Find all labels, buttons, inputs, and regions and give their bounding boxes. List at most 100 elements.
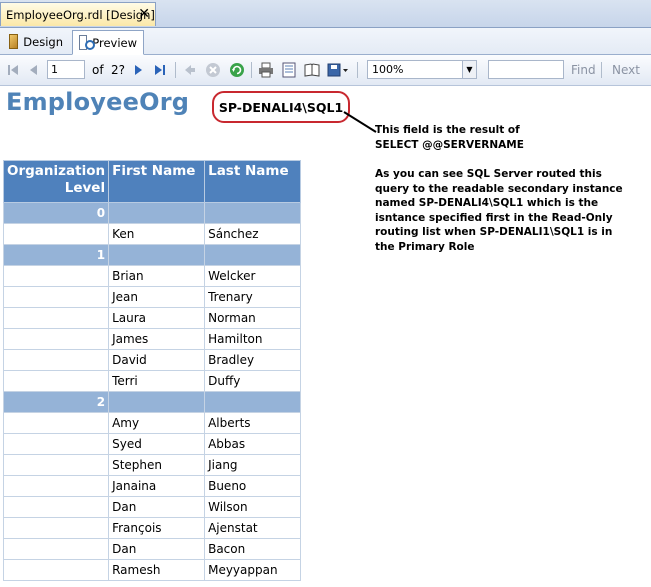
of-label: of — [92, 63, 104, 77]
cell-last: Welcker — [204, 265, 302, 287]
callout-annotation: This field is the result of SELECT @@SER… — [375, 123, 635, 254]
cell-level — [2, 496, 110, 518]
zoom-select[interactable]: 100% ▼ — [367, 60, 477, 79]
cell-last: Ajenstat — [204, 517, 302, 539]
cell-last: Jiang — [204, 454, 302, 476]
cell-last: Wilson — [204, 496, 302, 518]
table-row: Dan Bacon — [2, 538, 302, 560]
cell-last: Sánchez — [204, 223, 302, 245]
cell-level — [2, 517, 110, 539]
callout-intro: This field is the result of SELECT @@SER… — [375, 123, 635, 152]
cell-last: Abbas — [204, 433, 302, 455]
cell-level — [2, 307, 110, 329]
cell-level — [2, 412, 110, 434]
cell-last — [204, 391, 302, 413]
cell-level — [2, 370, 110, 392]
cell-last: Meyyappan — [204, 559, 302, 581]
back-icon[interactable] — [182, 62, 198, 78]
table-row: Laura Norman — [2, 307, 302, 329]
table-row: Syed Abbas — [2, 433, 302, 455]
export-icon[interactable] — [327, 62, 349, 78]
zoom-value: 100% — [372, 63, 404, 76]
cell-first: Ken — [108, 223, 206, 245]
table-row: Janaina Bueno — [2, 475, 302, 497]
cell-level — [2, 286, 110, 308]
table-row: David Bradley — [2, 349, 302, 371]
cell-first: Laura — [108, 307, 206, 329]
cell-last: Hamilton — [204, 328, 302, 350]
cell-first: David — [108, 349, 206, 371]
cell-last: Alberts — [204, 412, 302, 434]
toolbar-separator — [357, 62, 358, 78]
table-row: Ken Sánchez — [2, 223, 302, 245]
find-input[interactable] — [488, 60, 564, 79]
table-group-row: 1 — [2, 244, 302, 266]
previous-page-icon[interactable] — [26, 62, 42, 78]
column-header-last-name: Last Name — [204, 160, 302, 203]
last-page-icon[interactable] — [152, 62, 168, 78]
cell-last: Bueno — [204, 475, 302, 497]
first-page-icon[interactable] — [5, 62, 21, 78]
current-page-input[interactable] — [47, 60, 85, 79]
cell-first — [108, 391, 206, 413]
preview-icon — [79, 35, 96, 50]
cell-last: Trenary — [204, 286, 302, 308]
table-header-row: Organization Level First Name Last Name — [2, 160, 302, 203]
column-header-first-name: First Name — [108, 160, 206, 203]
table-row: Terri Duffy — [2, 370, 302, 392]
document-tab-label: EmployeeOrg.rdl [Design] — [6, 7, 155, 22]
cell-first: Terri — [108, 370, 206, 392]
document-tab-employeeorg[interactable]: EmployeeOrg.rdl [Design] ✕ — [0, 2, 156, 26]
cell-last: Bradley — [204, 349, 302, 371]
table-row: Amy Alberts — [2, 412, 302, 434]
table-body: 0 Ken Sánchez 1 Brian Welcker Jean Trenary Laura… — [2, 202, 302, 581]
cell-first — [108, 244, 206, 266]
employee-table: Organization Level First Name Last Name … — [2, 160, 302, 581]
find-button[interactable]: Find — [571, 63, 596, 77]
cell-level: 0 — [2, 202, 110, 224]
callout-line — [343, 111, 377, 133]
tab-design[interactable]: Design — [3, 30, 69, 53]
callout-line1: This field is the result of — [375, 124, 520, 136]
table-row: Dan Wilson — [2, 496, 302, 518]
cell-first: Syed — [108, 433, 206, 455]
table-row: Jean Trenary — [2, 286, 302, 308]
page-setup-icon[interactable] — [304, 62, 320, 78]
server-name-field: SP-DENALI4\SQL1 — [212, 91, 350, 123]
stop-icon[interactable] — [205, 62, 221, 78]
tab-preview[interactable]: Preview — [72, 30, 144, 55]
table-row: James Hamilton — [2, 328, 302, 350]
tab-design-label: Design — [23, 34, 63, 49]
table-group-row: 2 — [2, 391, 302, 413]
next-button[interactable]: Next — [612, 63, 640, 77]
toolbar-separator — [601, 62, 602, 78]
table-row: Brian Welcker — [2, 265, 302, 287]
chevron-down-icon[interactable]: ▼ — [462, 61, 476, 78]
table-row: François Ajenstat — [2, 517, 302, 539]
cell-first: Stephen — [108, 454, 206, 476]
total-pages: 2? — [111, 63, 126, 77]
next-page-icon[interactable] — [130, 62, 146, 78]
view-tab-strip: Design Preview — [0, 28, 651, 55]
cell-first — [108, 202, 206, 224]
cell-last — [204, 244, 302, 266]
cell-level — [2, 223, 110, 245]
close-icon[interactable]: ✕ — [138, 6, 150, 22]
print-icon[interactable] — [258, 62, 274, 78]
cell-level — [2, 328, 110, 350]
cell-level — [2, 538, 110, 560]
refresh-icon[interactable] — [229, 62, 245, 78]
cell-level — [2, 265, 110, 287]
table-row: Ramesh Meyyappan — [2, 559, 302, 581]
cell-level — [2, 433, 110, 455]
callout-line2: SELECT @@SERVERNAME — [375, 138, 524, 151]
print-layout-icon[interactable] — [281, 62, 297, 78]
cell-level: 1 — [2, 244, 110, 266]
table-group-row: 0 — [2, 202, 302, 224]
callout-paragraph: As you can see SQL Server routed this qu… — [375, 168, 623, 253]
cell-level — [2, 349, 110, 371]
cell-last: Duffy — [204, 370, 302, 392]
cell-first: Dan — [108, 538, 206, 560]
tab-preview-label: Preview — [92, 35, 137, 50]
cell-first: Amy — [108, 412, 206, 434]
